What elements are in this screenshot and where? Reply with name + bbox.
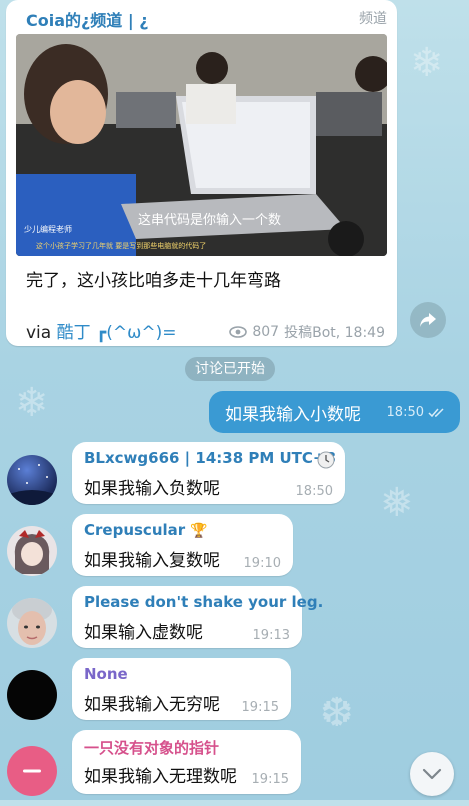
message-bubble[interactable]: 一只没有对象的指针 如果我输入无理数呢 19:15	[72, 730, 301, 794]
post-meta: 807 投稿Bot, 18:49	[229, 322, 385, 342]
person-photo	[12, 598, 52, 645]
video-overlay-text: 这个小孩子学习了几年就 要是写到那些电脑就的代码了	[36, 241, 206, 250]
post-signature: 投稿Bot, 18:49	[284, 325, 385, 341]
starry-sky-image	[7, 464, 57, 505]
clock-badge-icon	[317, 451, 335, 469]
message-text: 如果我输入无理数呢	[84, 767, 237, 787]
avatar[interactable]	[7, 526, 57, 576]
avatar[interactable]	[7, 455, 57, 505]
message-row: None 如果我输入无穷呢 19:15	[0, 658, 469, 734]
scroll-down-button[interactable]	[410, 752, 454, 796]
message-text: 如果我输入无穷呢	[84, 695, 220, 715]
double-check-icon	[428, 407, 444, 417]
video-subtitle: 这串代码是你输入一个数	[138, 212, 281, 228]
message-time: 19:10	[243, 556, 281, 571]
message-time: 18:50	[387, 405, 446, 420]
message-time: 19:13	[252, 628, 290, 643]
message-bubble[interactable]: None 如果我输入无穷呢 19:15	[72, 658, 291, 720]
discussion-started-notice: 讨论已开始	[185, 357, 275, 381]
sender-name[interactable]: None	[84, 665, 128, 683]
sender-name[interactable]: 一只没有对象的指针	[84, 737, 219, 758]
message-bubble[interactable]: BLxcwg666 | 14:38 PM UTC+8 如果我输入负数呢 18:5…	[72, 442, 345, 504]
via-prefix: via	[26, 323, 57, 343]
video-thumbnail[interactable]: 少儿编程老师 这个小孩子学习了几年就 要是写到那些电脑就的代码了 这串代码是你输…	[16, 34, 387, 256]
message-row: Crepuscular 🏆 如果我输入复数呢 19:10	[0, 514, 469, 590]
minus-icon	[23, 769, 41, 773]
sender-name[interactable]: Please don't shake your leg.	[84, 593, 323, 611]
message-row: BLxcwg666 | 14:38 PM UTC+8 如果我输入负数呢 18:5…	[0, 442, 469, 518]
video-frame: 少儿编程老师 这个小孩子学习了几年就 要是写到那些电脑就的代码了 这串代码是你输…	[16, 34, 387, 256]
message-text: 如果输入虚数呢	[84, 623, 203, 643]
sender-name[interactable]: BLxcwg666 | 14:38 PM UTC+8	[84, 449, 336, 467]
channel-post[interactable]: Coia的¿频道 | ¿ 频道 少儿编程老师 这个小孩子学习了几年就 要是写到那…	[6, 0, 397, 346]
video-watermark: 少儿编程老师	[24, 224, 72, 234]
post-via: via 酷丁 ┏(^ω^)=	[26, 318, 176, 343]
wallpaper-doodle: ❄	[15, 380, 49, 426]
eye-icon	[229, 326, 248, 338]
sender-name[interactable]: Crepuscular 🏆	[84, 521, 208, 539]
message-bubble[interactable]: Crepuscular 🏆 如果我输入复数呢 19:10	[72, 514, 293, 576]
wallpaper-doodle: ❄	[410, 40, 444, 86]
message-bubble[interactable]: Please don't shake your leg. 如果输入虚数呢 19:…	[72, 586, 323, 648]
message-row: 一只没有对象的指针 如果我输入无理数呢 19:15	[0, 730, 469, 806]
message-time: 18:50	[295, 484, 333, 499]
message-time: 19:15	[241, 700, 279, 715]
channel-tag: 频道	[359, 11, 387, 27]
message-row: Please don't shake your leg. 如果输入虚数呢 19:…	[0, 586, 469, 662]
view-count: 807	[252, 324, 280, 340]
message-text: 如果我输入小数呢	[225, 405, 361, 425]
outgoing-message[interactable]: 如果我输入小数呢 18:50	[209, 391, 460, 433]
avatar[interactable]	[7, 598, 57, 648]
chevron-down-icon	[422, 768, 442, 780]
anime-girl-image	[14, 530, 50, 574]
share-arrow-icon	[420, 313, 436, 327]
message-time: 19:15	[251, 772, 289, 787]
share-button[interactable]	[410, 302, 446, 338]
message-text: 如果我输入复数呢	[84, 551, 220, 571]
author-link[interactable]: 酷丁 ┏(^ω^)=	[57, 323, 177, 343]
post-caption: 完了，这小孩比咱多走十几年弯路	[26, 271, 281, 291]
channel-title[interactable]: Coia的¿频道 | ¿	[26, 7, 149, 31]
avatar[interactable]	[7, 746, 57, 796]
message-text: 如果我输入负数呢	[84, 479, 220, 499]
avatar[interactable]	[7, 670, 57, 720]
emoji-icon: 🏆	[190, 523, 208, 539]
